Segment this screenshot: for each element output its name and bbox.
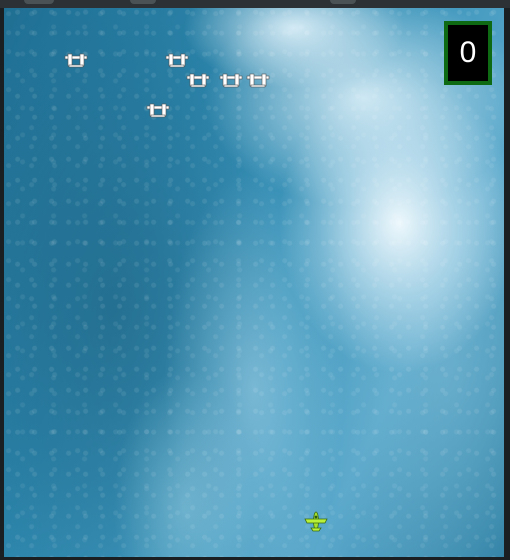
enemy-plane-icon <box>146 103 170 118</box>
window-control <box>130 0 156 4</box>
player-plane-icon[interactable] <box>304 510 328 532</box>
window-control <box>330 0 356 4</box>
score-display: 0 <box>444 21 492 85</box>
enemy-plane-icon <box>246 73 270 88</box>
game-canvas[interactable]: 0 <box>4 8 504 557</box>
window-control <box>24 0 54 4</box>
enemy-plane-icon <box>219 73 243 88</box>
enemy-plane-icon <box>64 53 88 68</box>
enemy-plane-icon <box>186 73 210 88</box>
water-texture <box>4 8 504 557</box>
enemy-plane-icon <box>165 53 189 68</box>
window-top-strip <box>0 0 510 8</box>
